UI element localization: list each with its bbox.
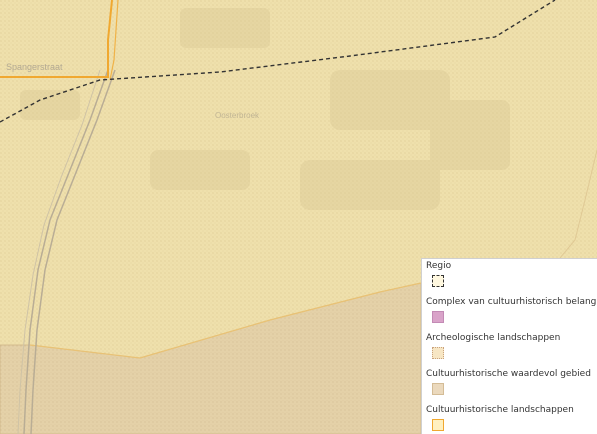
complex-swatch	[432, 311, 444, 323]
legend-item-archeo: Archeologische landschappen	[426, 332, 597, 359]
legend-label-waardevol: Cultuurhistorische waardevol gebied	[426, 369, 591, 379]
street-label: Spangerstraat	[6, 62, 63, 72]
regio-swatch	[432, 275, 444, 287]
legend-label-regio: Regio	[426, 261, 452, 271]
legend-label-landschappen: Cultuurhistorische landschappen	[426, 405, 574, 415]
legend-label-complex: Complex van cultuurhistorisch belang	[426, 297, 597, 307]
landschappen-swatch	[432, 419, 444, 431]
legend-item-complex: Complex van cultuurhistorisch belang	[426, 296, 597, 323]
legend-item-waardevol: Cultuurhistorische waardevol gebied	[426, 368, 597, 395]
legend-item-regio: Regio	[426, 260, 597, 287]
waardevol-swatch	[432, 383, 444, 395]
map-legend: Regio Complex van cultuurhistorisch bela…	[421, 258, 597, 434]
place-label: Oosterbroek	[215, 111, 260, 120]
legend-item-landschappen: Cultuurhistorische landschappen	[426, 404, 597, 431]
archeo-swatch	[432, 347, 444, 359]
legend-label-archeo: Archeologische landschappen	[426, 333, 561, 343]
